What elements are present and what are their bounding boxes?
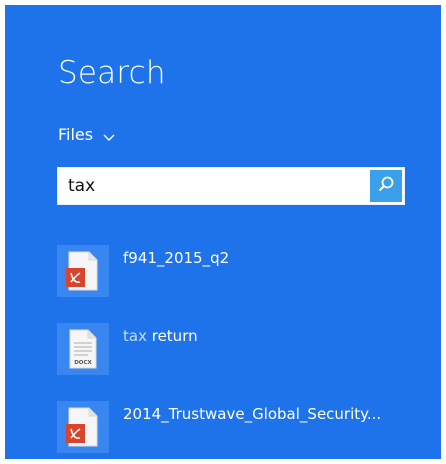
pane-title: Search (58, 55, 166, 91)
pdf-file-icon (57, 401, 109, 453)
search-box (57, 167, 405, 205)
search-button[interactable] (370, 170, 402, 202)
result-item[interactable]: DOCX tax return (57, 323, 441, 401)
docx-badge: DOCX (74, 360, 92, 366)
result-name: tax return (123, 327, 198, 345)
result-name-rest: return (151, 327, 198, 345)
pdf-file-icon (57, 245, 109, 297)
result-name-match: tax (123, 327, 147, 345)
chevron-down-icon (103, 128, 115, 141)
search-scope-dropdown[interactable]: Files (58, 122, 115, 146)
docx-file-icon: DOCX (57, 323, 109, 375)
results-list: f941_2015_q2 DOCX tax return 2014_Trustw… (57, 245, 441, 459)
scope-label: Files (58, 124, 94, 144)
result-item[interactable]: f941_2015_q2 (57, 245, 441, 323)
result-item[interactable]: 2014_Trustwave_Global_Security... (57, 401, 441, 459)
search-input[interactable] (58, 169, 370, 203)
result-name: f941_2015_q2 (123, 249, 230, 267)
result-name: 2014_Trustwave_Global_Security... (123, 405, 382, 423)
search-charm-pane: Search Files tax f941_2015_q2 DOCX tax r… (5, 5, 441, 459)
magnifier-icon (377, 175, 395, 197)
